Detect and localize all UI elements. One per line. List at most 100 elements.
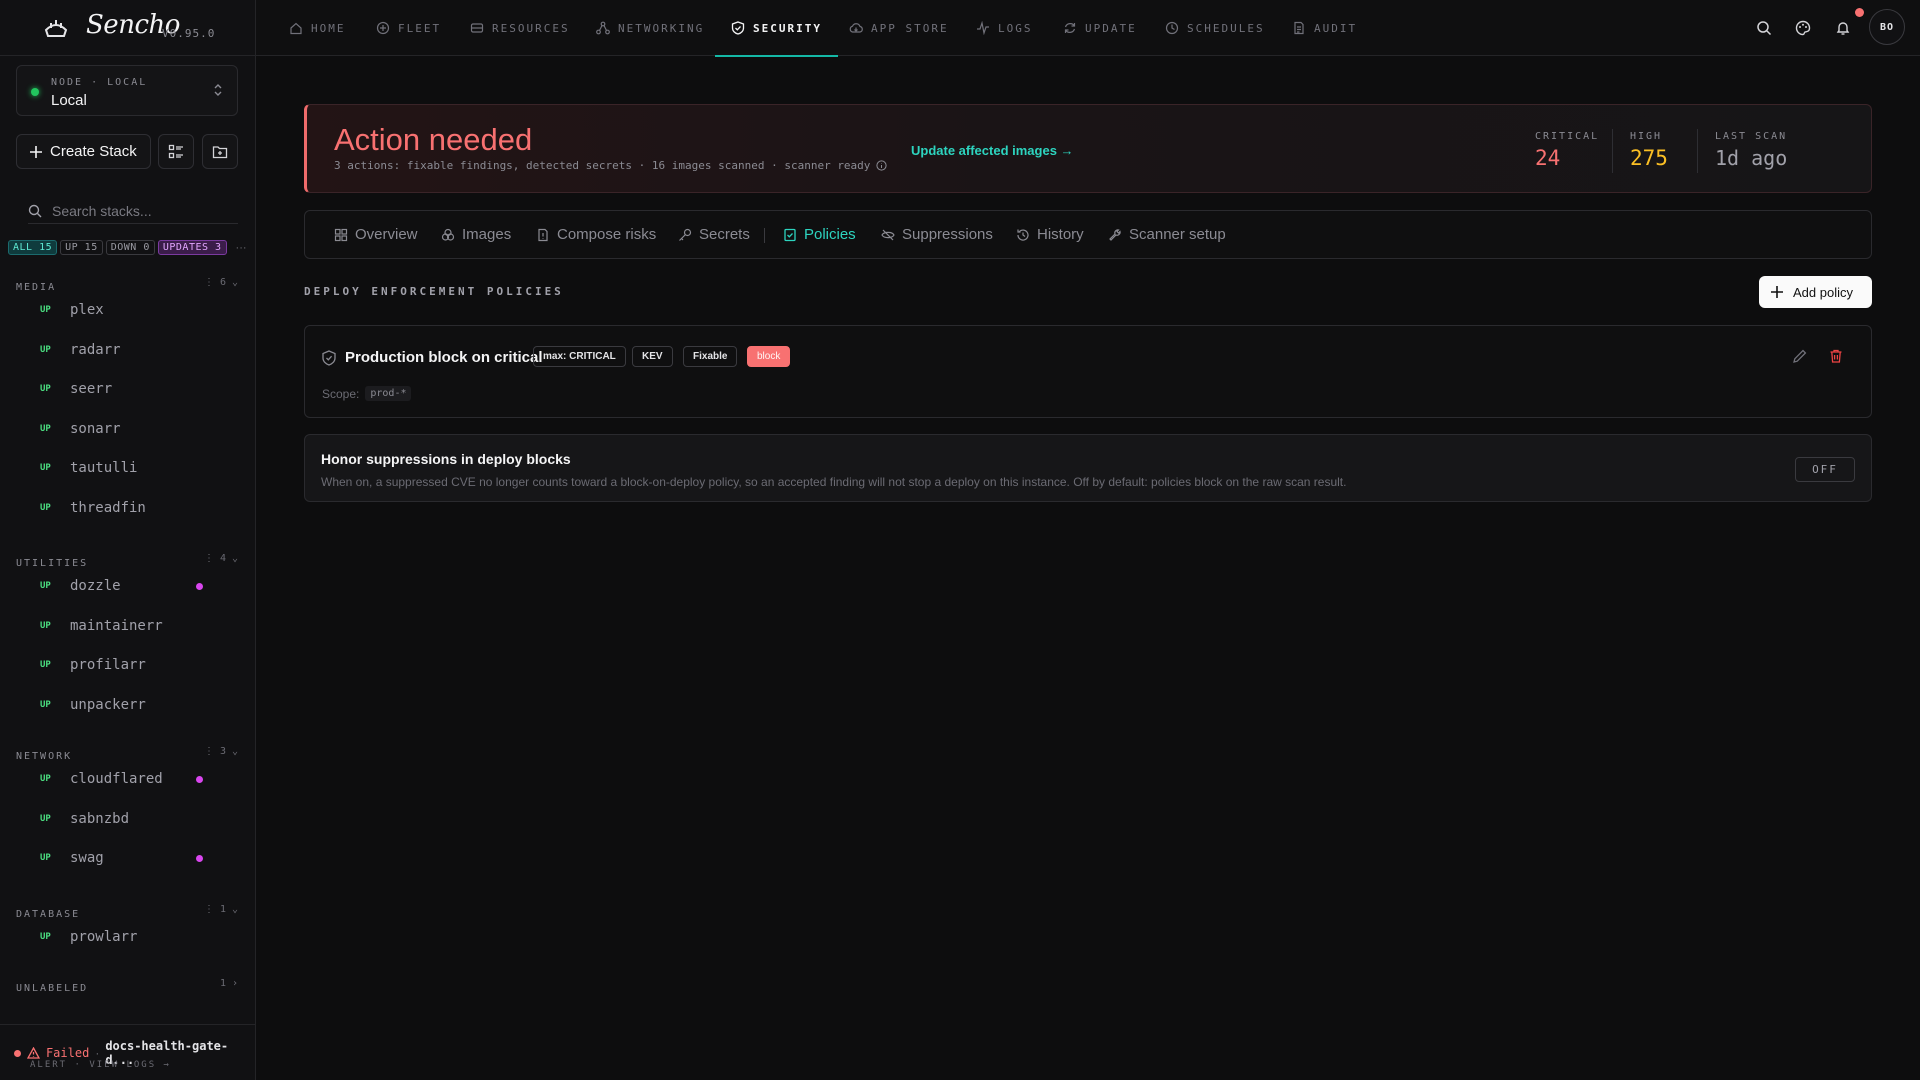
palette-icon[interactable] xyxy=(1793,18,1813,38)
chevron-down-icon[interactable]: ⌄ xyxy=(232,277,238,288)
chevron-right-icon[interactable]: › xyxy=(232,978,238,989)
tab-label: Images xyxy=(462,226,512,243)
bulk-view-button[interactable] xyxy=(158,134,194,169)
tab-scanner-setup[interactable]: Scanner setup xyxy=(1108,211,1226,258)
nav-app-store[interactable]: APP STORE xyxy=(849,0,949,56)
stack-item-sonarr[interactable]: UP sonarr xyxy=(40,419,240,439)
brand[interactable]: Sencho V0.95.0 xyxy=(0,0,256,56)
stack-item-radarr[interactable]: UP radarr xyxy=(40,340,240,360)
node-selector[interactable]: NODE · LOCAL Local xyxy=(16,65,238,116)
stack-item-prowlarr[interactable]: UP prowlarr xyxy=(40,927,240,947)
nav-schedules[interactable]: SCHEDULES xyxy=(1165,0,1265,56)
chevron-down-icon[interactable]: ⌄ xyxy=(232,553,238,564)
tab-overview[interactable]: Overview xyxy=(334,211,418,258)
tab-history[interactable]: History xyxy=(1016,211,1084,258)
tab-compose-risks[interactable]: Compose risks xyxy=(536,211,656,258)
search-input[interactable] xyxy=(52,202,222,219)
stack-name: cloudflared xyxy=(70,771,163,787)
update-affected-images-link[interactable]: Update affected images → xyxy=(911,143,1074,158)
audit-icon xyxy=(1292,21,1306,35)
tab-images[interactable]: Images xyxy=(441,211,511,258)
stack-item-cloudflared[interactable]: UP cloudflared xyxy=(40,769,240,789)
stack-item-maintainerr[interactable]: UP maintainerr xyxy=(40,616,240,636)
filter-updates[interactable]: UPDATES 3 xyxy=(157,240,227,255)
honor-toggle[interactable]: OFF xyxy=(1795,457,1855,482)
stack-name: seerr xyxy=(70,381,113,398)
stack-filters: ALL 15 UP 15 DOWN 0 UPDATES 3 ··· xyxy=(8,240,247,255)
nav-update[interactable]: UPDATE xyxy=(1063,0,1137,56)
nav-resources[interactable]: RESOURCES xyxy=(470,0,570,56)
nav-fleet[interactable]: FLEET xyxy=(376,0,441,56)
chevron-updown-icon xyxy=(213,83,223,97)
honor-description: When on, a suppressed CVE no longer coun… xyxy=(321,475,1347,489)
nav-label: LOGS xyxy=(998,21,1033,35)
kebab-icon[interactable]: ⋮ xyxy=(204,746,214,757)
delete-trash-icon[interactable] xyxy=(1828,348,1846,366)
refresh-icon xyxy=(1063,21,1077,35)
stack-item-tautulli[interactable]: UP tautulli xyxy=(40,458,240,478)
bell-icon[interactable] xyxy=(1833,18,1853,38)
policy-kev-chip: KEV xyxy=(632,346,673,367)
stack-group-media[interactable]: MEDIA ⋮ 6 ⌄ xyxy=(16,277,238,293)
filter-down[interactable]: DOWN 0 xyxy=(105,240,155,255)
stack-group-database[interactable]: DATABASE ⋮ 1 ⌄ xyxy=(16,904,238,920)
kebab-icon[interactable]: ⋮ xyxy=(204,904,214,915)
search-icon[interactable] xyxy=(1754,18,1774,38)
nav-label: NETWORKING xyxy=(618,21,705,35)
stack-item-swag[interactable]: UP swag xyxy=(40,848,240,868)
tab-suppressions[interactable]: Suppressions xyxy=(881,211,993,258)
alert-bar[interactable]: Failed · docs-health-gate-d... ALERT · V… xyxy=(0,1024,256,1080)
file-alert-icon xyxy=(536,228,550,242)
new-folder-button[interactable] xyxy=(202,134,238,169)
cloud-icon xyxy=(849,21,863,35)
logo-icon xyxy=(42,16,70,40)
fleet-icon xyxy=(376,21,390,35)
nav-security[interactable]: SECURITY xyxy=(715,0,838,57)
edit-pencil-icon[interactable] xyxy=(1792,348,1810,366)
chevron-down-icon[interactable]: ⌄ xyxy=(232,904,238,915)
stack-group-utilities[interactable]: UTILITIES ⋮ 4 ⌄ xyxy=(16,553,238,569)
stack-item-plex[interactable]: UP plex xyxy=(40,300,240,320)
stack-search[interactable] xyxy=(28,198,238,224)
stack-item-threadfin[interactable]: UP threadfin xyxy=(40,498,240,518)
stack-group-unlabeled[interactable]: UNLABELED 1 › xyxy=(16,978,238,994)
add-policy-button[interactable]: Add policy xyxy=(1759,276,1872,308)
alert-dot xyxy=(14,1049,21,1057)
stack-status: UP xyxy=(40,384,51,395)
stack-status: UP xyxy=(40,853,51,864)
kebab-icon[interactable]: ⋮ xyxy=(204,553,214,564)
filter-all[interactable]: ALL 15 xyxy=(8,240,58,255)
group-name: DATABASE xyxy=(16,909,81,920)
tab-secrets[interactable]: Secrets xyxy=(678,211,750,258)
create-stack-button[interactable]: Create Stack xyxy=(16,134,151,169)
stack-item-sabnzbd[interactable]: UP sabnzbd xyxy=(40,809,240,829)
tab-label: Policies xyxy=(804,226,856,243)
stat-high: HIGH 275 xyxy=(1630,131,1668,170)
nav-label: SECURITY xyxy=(753,21,822,35)
stack-group-network[interactable]: NETWORK ⋮ 3 ⌄ xyxy=(16,746,238,762)
chevron-down-icon[interactable]: ⌄ xyxy=(232,746,238,757)
nav-audit[interactable]: AUDIT xyxy=(1292,0,1357,56)
banner-subtitle-row: 3 actions: fixable findings, detected se… xyxy=(334,159,888,172)
stack-item-profilarr[interactable]: UP profilarr xyxy=(40,655,240,675)
alert-actions[interactable]: ALERT · VIEW LOGS → xyxy=(30,1060,171,1070)
tab-policies[interactable]: Policies xyxy=(783,211,856,258)
stack-item-seerr[interactable]: UP seerr xyxy=(40,379,240,399)
nav-home[interactable]: HOME xyxy=(289,0,346,56)
nav-networking[interactable]: NETWORKING xyxy=(596,0,704,56)
shield-icon xyxy=(731,21,745,35)
scope-label: Scope: xyxy=(322,386,360,401)
section-title: DEPLOY ENFORCEMENT POLICIES xyxy=(304,285,564,298)
stack-item-unpackerr[interactable]: UP unpackerr xyxy=(40,695,240,715)
filter-more-button[interactable]: ··· xyxy=(236,242,247,254)
stack-status: UP xyxy=(40,463,51,474)
info-icon[interactable] xyxy=(876,160,888,171)
avatar[interactable]: BO xyxy=(1869,9,1905,45)
stack-item-dozzle[interactable]: UP dozzle xyxy=(40,576,240,596)
kebab-icon[interactable]: ⋮ xyxy=(204,277,214,288)
filter-up[interactable]: UP 15 xyxy=(60,240,103,255)
key-icon xyxy=(678,228,692,242)
update-available-dot xyxy=(196,583,203,590)
stack-name: unpackerr xyxy=(70,696,146,713)
nav-logs[interactable]: LOGS xyxy=(976,0,1033,56)
